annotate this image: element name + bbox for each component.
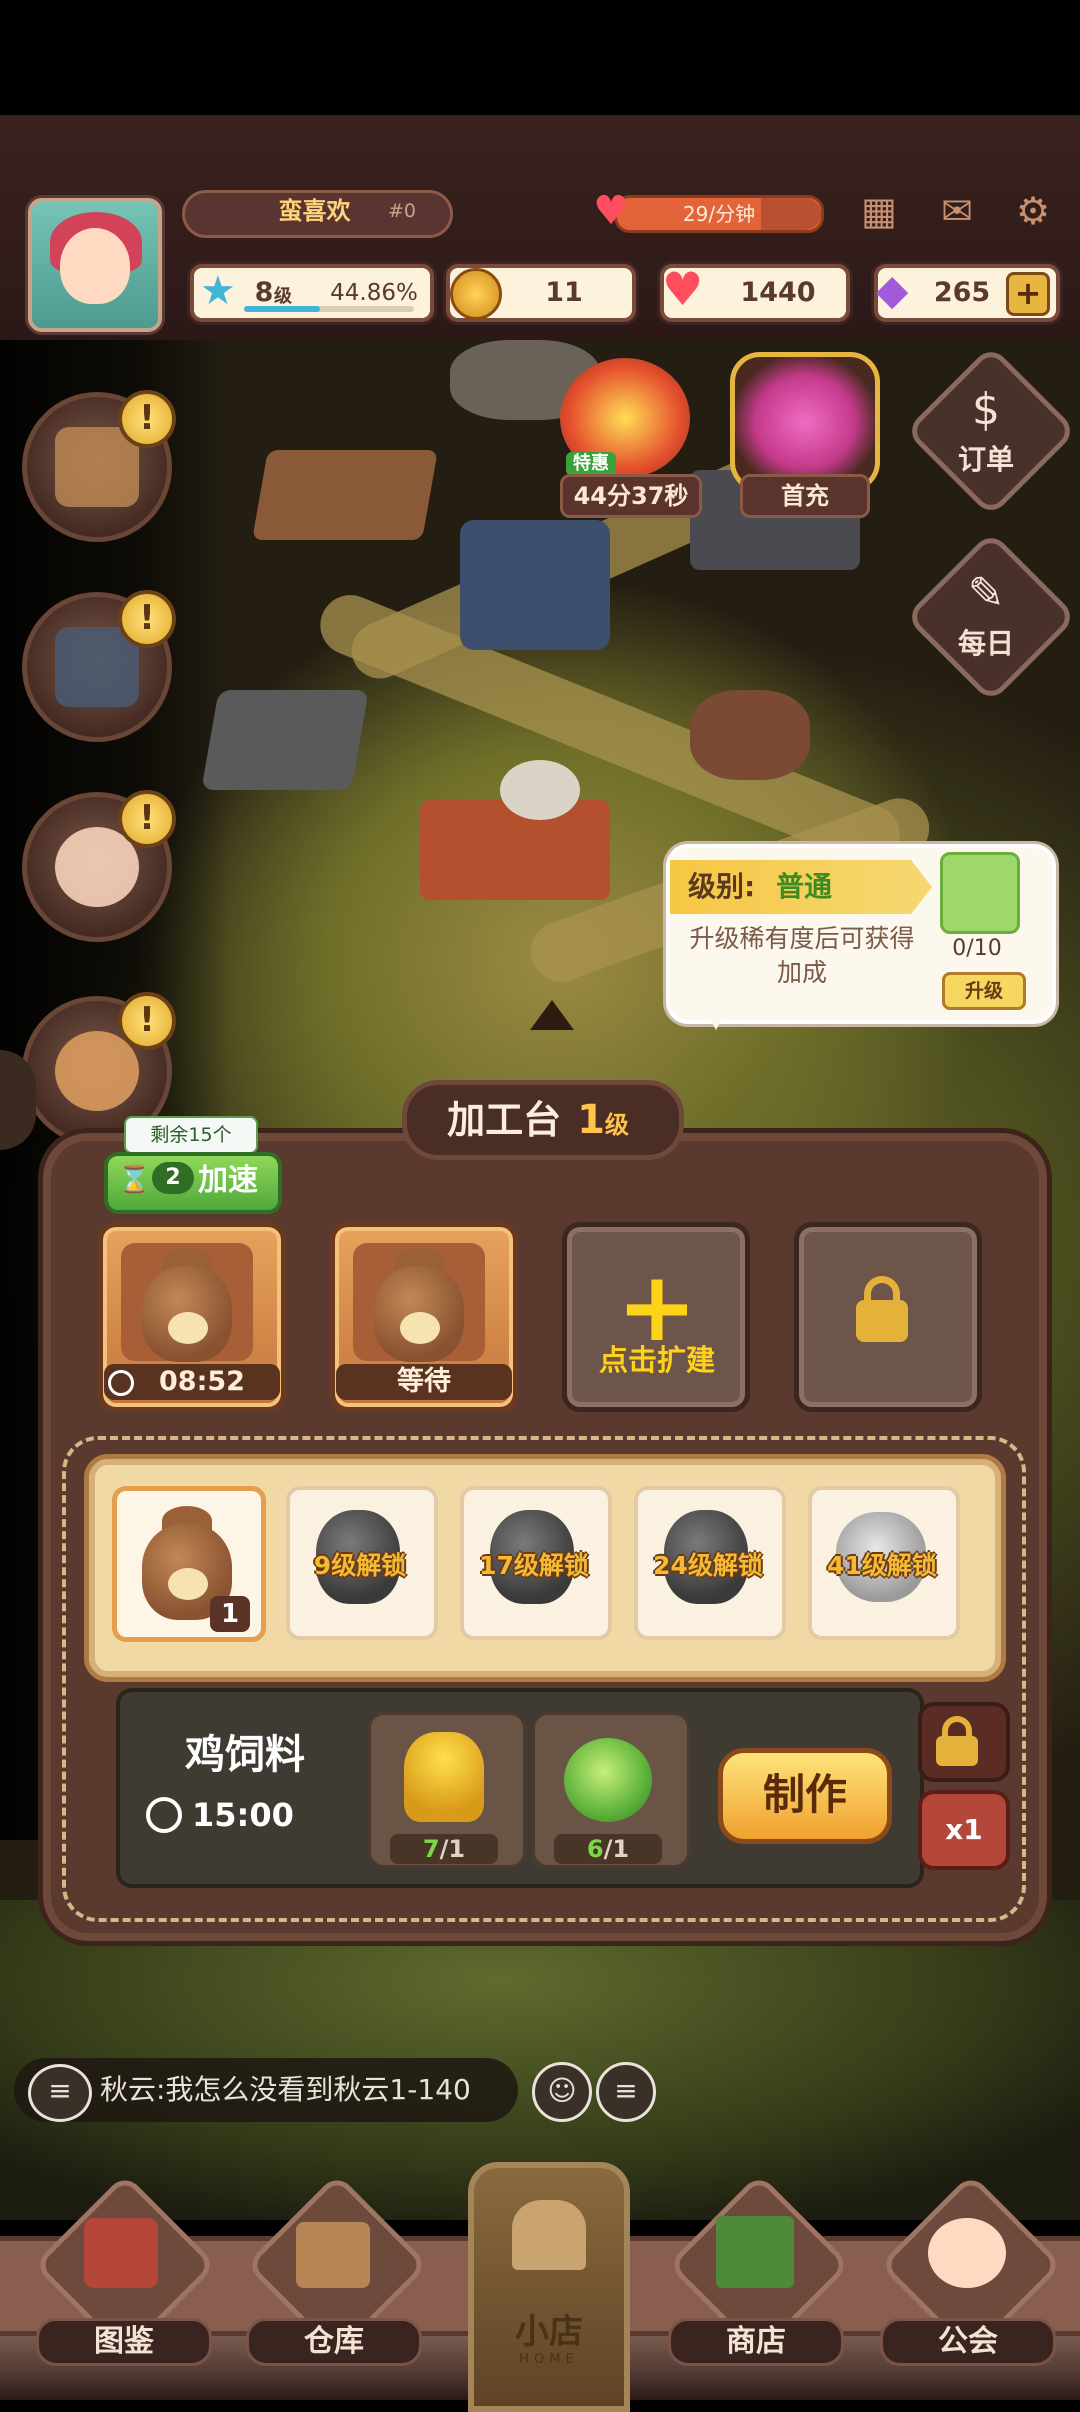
millstone <box>500 760 580 820</box>
lock-icon <box>856 1300 908 1342</box>
speedup-count: 2 <box>152 1162 194 1194</box>
daily-label[interactable]: 每日 <box>916 624 1056 664</box>
player-avatar[interactable] <box>28 198 162 332</box>
nav-home-label: 小店 <box>515 2312 583 2352</box>
settings-gear-icon[interactable]: ⚙ <box>1006 188 1060 234</box>
hourglass-icon: ⌛ <box>118 1165 151 1195</box>
orders-icon: $ <box>972 384 1000 435</box>
player-id: #0 <box>388 200 417 222</box>
well-building[interactable] <box>690 690 810 780</box>
recipe-name: 鸡饲料 <box>185 1732 305 1778</box>
box-icon <box>296 2222 370 2288</box>
rarity-description: 升级稀有度后可获得加成 <box>689 924 915 987</box>
status-bar-area <box>0 0 1080 115</box>
clock-icon <box>108 1370 134 1396</box>
clock-icon <box>146 1797 182 1833</box>
make-button[interactable]: 制作 <box>718 1748 892 1844</box>
limited-sale-tag: 特惠 <box>566 452 616 476</box>
panel-title: 加工台 1级 <box>402 1080 674 1168</box>
chicken-icon <box>168 1568 208 1600</box>
processing-table-building[interactable] <box>420 800 610 900</box>
emoji-icon[interactable]: ☺ <box>532 2062 592 2122</box>
add-gems-button[interactable]: + <box>1006 272 1050 316</box>
calendar-icon[interactable]: ▦ <box>852 188 906 234</box>
alert-icon: ! <box>118 590 176 648</box>
expand-label: 点击扩建 <box>598 1343 715 1377</box>
speedup-label: 加速 <box>198 1163 258 1198</box>
first-recharge-button[interactable]: 首充 <box>740 474 870 518</box>
gem-icon: ◆ <box>876 265 909 314</box>
wheat-icon <box>404 1732 484 1822</box>
star-icon: ★ <box>200 268 236 314</box>
panel-level-unit: 级 <box>604 1111 629 1139</box>
alert-icon: ! <box>118 390 176 448</box>
anvil-building[interactable] <box>201 690 369 790</box>
unlock-level-label: 17级解锁 <box>479 1551 589 1580</box>
limited-sale-timer[interactable]: 44分37秒 <box>560 474 702 518</box>
selection-arrow-icon <box>530 1000 574 1030</box>
heart-rate-text: 29/分钟 <box>682 202 756 226</box>
coin-icon <box>450 268 502 320</box>
house-icon <box>512 2200 586 2270</box>
rarity-label: 级别: <box>688 870 756 903</box>
chat-icon[interactable]: ≡ <box>28 2064 92 2122</box>
coin-count: 11 <box>545 277 583 308</box>
speedup-remaining-tag: 剩余15个 <box>124 1116 258 1154</box>
unlock-level-label: 41级解锁 <box>827 1551 937 1580</box>
guild-icon <box>928 2218 1006 2288</box>
nav-warehouse[interactable]: 仓库 <box>246 2318 422 2366</box>
upgrade-progress: 0/10 <box>952 936 1002 961</box>
orders-label[interactable]: 订单 <box>916 440 1056 480</box>
nav-store[interactable]: 商店 <box>668 2318 844 2366</box>
panel-level-number: 1 <box>577 1097 605 1143</box>
chat-message: 秋云:我怎么没看到秋云1-140 <box>100 2073 471 2106</box>
level-progress-fill <box>244 306 320 312</box>
unlock-level-label: 24级解锁 <box>653 1551 763 1580</box>
machine-building[interactable] <box>460 520 610 650</box>
ingredient-wheat-count: 7/1 <box>390 1834 498 1864</box>
alert-icon: ! <box>118 992 176 1050</box>
gift-box-icon[interactable] <box>730 352 880 492</box>
recipe-owned-count: 1 <box>210 1596 250 1632</box>
panel-title-text: 加工台 <box>447 1098 562 1142</box>
plus-icon: + <box>616 1251 698 1363</box>
heart-currency-icon: ♥ <box>662 262 704 316</box>
upgrade-item-slot <box>940 852 1020 934</box>
hearts-count: 1440 <box>740 277 816 308</box>
chicken-icon <box>168 1312 208 1344</box>
book-icon <box>84 2218 158 2288</box>
recipe-duration: 15:00 <box>192 1796 294 1834</box>
quantity-button[interactable]: x1 <box>918 1790 1010 1870</box>
store-icon <box>716 2216 794 2288</box>
quick-chat-icon[interactable]: ≡ <box>596 2062 656 2122</box>
rarity-value: 普通 <box>776 870 833 903</box>
nav-encyclopedia[interactable]: 图鉴 <box>36 2318 212 2366</box>
tooltip-tail <box>702 1004 730 1030</box>
mail-icon[interactable]: ✉ <box>930 188 984 234</box>
chicken-icon <box>400 1312 440 1344</box>
queue-waiting-label: 等待 <box>336 1364 512 1400</box>
upgrade-button[interactable]: 升级 <box>942 972 1026 1010</box>
alert-icon: ! <box>118 790 176 848</box>
daily-icon: ✎ <box>967 568 1005 619</box>
unlock-level-label: 9级解锁 <box>313 1551 407 1580</box>
nav-home-sub: HOME <box>519 2352 579 2367</box>
cabbage-icon <box>564 1738 652 1822</box>
ingredient-cabbage-count: 6/1 <box>554 1834 662 1864</box>
lock-icon <box>936 1736 978 1766</box>
workshop-building[interactable] <box>252 450 438 540</box>
gems-count: 265 <box>933 277 991 308</box>
nav-guild[interactable]: 公会 <box>880 2318 1056 2366</box>
